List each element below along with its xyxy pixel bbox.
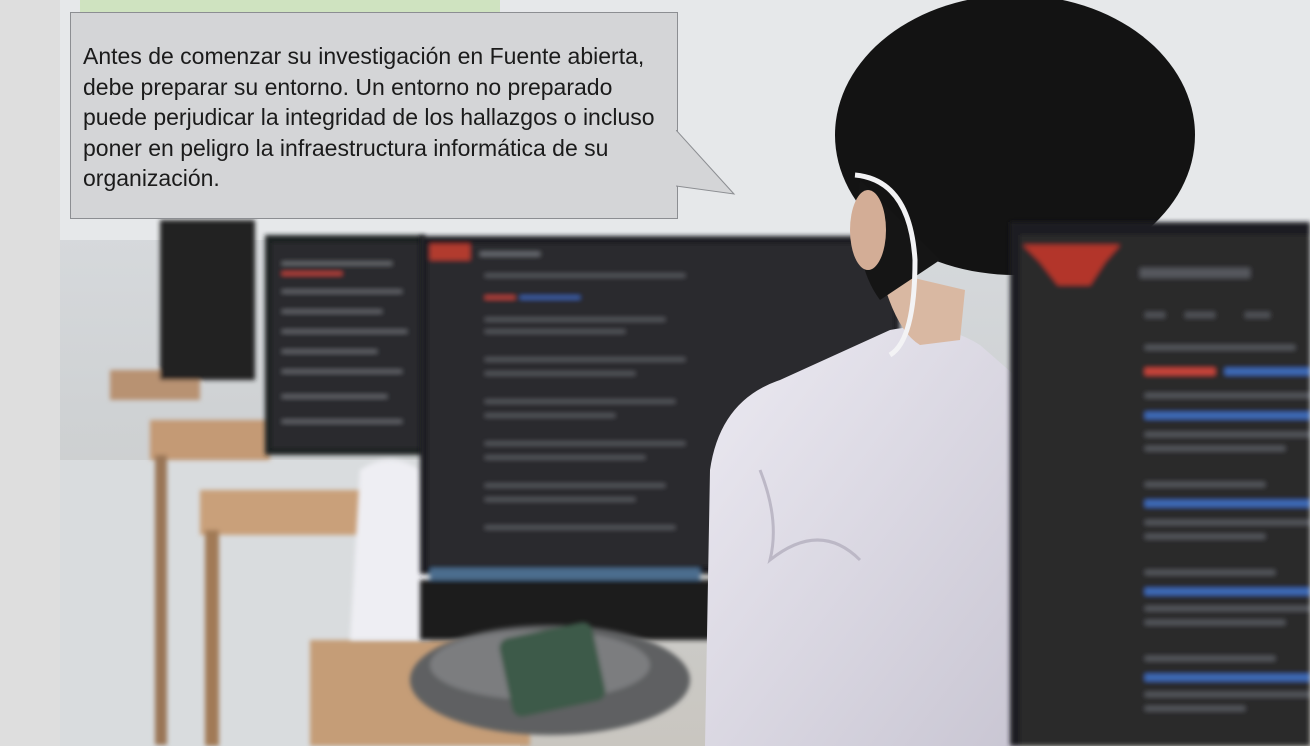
callout-box: Antes de comenzar su investigación en Fu… <box>70 12 678 219</box>
callout-text: Antes de comenzar su investigación en Fu… <box>83 43 655 192</box>
callout-tail-icon <box>676 130 736 195</box>
left-margin <box>0 0 60 746</box>
